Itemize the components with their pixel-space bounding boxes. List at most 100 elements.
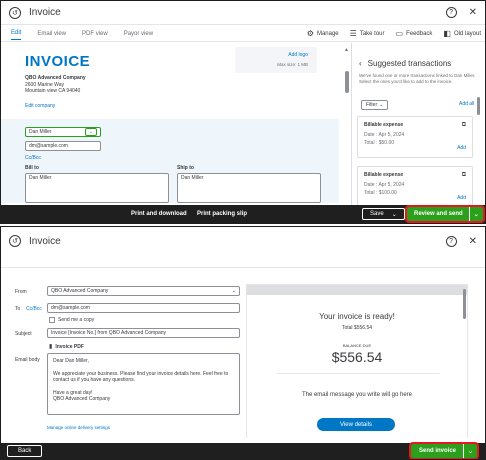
window-header: ↺ Invoice ? ✕ [1, 1, 485, 25]
print-packing-slip-button[interactable]: Print packing slip [197, 211, 247, 217]
add-logo-link[interactable]: Add logo [235, 52, 308, 58]
history-icon[interactable]: ↺ [9, 6, 21, 19]
form-scrollbar[interactable] [345, 71, 349, 93]
close-icon[interactable]: ✕ [469, 7, 477, 18]
chevron-down-icon[interactable]: ⌄ [468, 207, 483, 221]
suggested-description: We've found one or more transactions lin… [359, 73, 476, 84]
preview-message: The email message you write will go here [301, 392, 413, 398]
ship-to-label: Ship to [177, 165, 194, 171]
card-date: Date : Apr 5, 2024 [364, 132, 405, 138]
customer-section: Dan Miller ⌄ dm@sample.com Cc/Bcc Bill t… [1, 119, 339, 203]
suggested-title: Suggested transactions [367, 59, 452, 68]
edit-footer: Print and download Print packing slip Sa… [1, 205, 485, 223]
invoice-pdf-attachment[interactable]: ▮ Invoice PDF [49, 343, 84, 351]
email-body-field[interactable]: Dear Dan Miller, We appreciate your busi… [47, 353, 240, 415]
close-icon[interactable]: ✕ [469, 236, 477, 247]
chevron-down-icon: ⌄ [379, 102, 384, 108]
card-add-link[interactable]: Add [457, 145, 466, 151]
manage-delivery-link[interactable]: Manage online delivery settings [47, 425, 110, 430]
open-icon[interactable]: ⧉ [462, 122, 466, 129]
view-details-button[interactable]: View details [317, 418, 395, 431]
preview-card: Your invoice is ready! Total $556.54 BAL… [247, 295, 467, 439]
add-all-link[interactable]: Add all [459, 101, 474, 107]
tab-pdf-view[interactable]: PDF view [82, 28, 108, 40]
save-button[interactable]: Save ⌄ [362, 208, 405, 220]
help-icon[interactable]: ? [445, 7, 457, 18]
divider [351, 43, 352, 205]
take-tour-button[interactable]: ☰ Take tour [350, 29, 385, 38]
chevron-down-icon: ⌄ [231, 288, 236, 294]
open-icon[interactable]: ⧉ [462, 172, 466, 179]
tab-email-view[interactable]: Email view [37, 28, 66, 40]
company-name: QBO Advanced Company [25, 75, 86, 81]
company-address-line2: Mountain view CA 94040 [25, 88, 81, 94]
preview-balance-value: $556.54 [331, 349, 383, 365]
chevron-down-icon: ⌄ [391, 211, 397, 218]
window-title: Invoice [29, 235, 61, 247]
window-title: Invoice [29, 7, 61, 18]
back-button[interactable]: Back [7, 445, 43, 457]
layout-icon: ◧ [443, 29, 451, 38]
divider [277, 373, 439, 374]
print-download-button[interactable]: Print and download [131, 211, 187, 217]
divider [1, 267, 485, 268]
send-copy-checkbox[interactable] [49, 317, 55, 323]
tab-payor-view[interactable]: Payor view [124, 28, 153, 40]
card-date: Date : Apr 5, 2024 [364, 182, 405, 188]
tour-icon: ☰ [349, 29, 357, 38]
history-icon[interactable]: ↺ [9, 235, 21, 247]
to-email-field[interactable]: dm@sample.com [47, 303, 240, 313]
suggested-card: Billable expense Date : Apr 5, 2024 Tota… [357, 166, 473, 206]
preview-total: Total $556.54 [341, 325, 373, 331]
chevron-left-icon[interactable]: ‹ [359, 59, 362, 68]
review-and-send-button[interactable]: Review and send ⌄ [405, 205, 485, 223]
card-title: Billable expense [364, 122, 404, 128]
ship-to-field[interactable]: Dan Miller [177, 173, 321, 203]
body-company: QBO Advanced Company [53, 396, 111, 402]
feedback-icon: ▭ [395, 29, 404, 38]
invoice-form: INVOICE QBO Advanced Company 2600 Marine… [1, 47, 339, 203]
subject-field[interactable]: Invoice [Invoice No.] from QBO Advanced … [47, 328, 240, 338]
from-label: From [15, 289, 27, 295]
filter-button[interactable]: Filter ⌄ [361, 100, 389, 110]
edit-company-link[interactable]: Edit company [25, 103, 55, 109]
invoice-edit-panel: ↺ Invoice ? ✕ Edit Email view PDF view P… [0, 0, 486, 224]
logo-dropzone[interactable]: Add logo Max size: 1 MB [235, 47, 317, 73]
cc-bcc-link[interactable]: Cc/Bcc [25, 155, 41, 161]
help-icon[interactable]: ? [445, 236, 457, 247]
send-footer: Back Send invoice ⌄ [1, 442, 485, 459]
email-body-label: Email body [15, 357, 40, 363]
subject-label: Subject [15, 331, 32, 337]
preview-header-band [247, 285, 467, 295]
customer-email-field[interactable]: dm@sample.com [25, 141, 101, 151]
invoice-send-panel: ↺ Invoice ? ✕ From QBO Advanced Company ⌄… [0, 226, 486, 460]
manage-button[interactable]: ⚙ Manage [307, 29, 339, 38]
preview-balance-label: BALANCE DUE [342, 343, 372, 348]
email-preview: Your invoice is ready! Total $556.54 BAL… [246, 284, 468, 439]
bill-to-field[interactable]: Dan Miller [25, 173, 169, 203]
send-invoice-button[interactable]: Send invoice ⌄ [408, 442, 480, 459]
sidebar-scrollbar[interactable] [477, 97, 480, 115]
to-label: To [15, 306, 21, 312]
chevron-down-icon[interactable]: ⌄ [463, 444, 477, 458]
tab-edit[interactable]: Edit [11, 27, 22, 40]
customer-select[interactable]: Dan Miller ⌄ [25, 127, 101, 137]
send-copy-label: Send me a copy [58, 317, 95, 323]
feedback-button[interactable]: ▭ Feedback [396, 29, 433, 38]
suggested-header: ‹ Suggested transactions [359, 59, 451, 68]
logo-max-size: Max size: 1 MB [277, 62, 308, 67]
scroll-up-icon[interactable]: ▲ [344, 47, 349, 53]
bill-to-label: Bill to [25, 165, 39, 171]
view-tabs: Edit Email view PDF view Payor view ⚙ Man… [1, 26, 485, 42]
chevron-down-icon[interactable]: ⌄ [84, 128, 97, 136]
preview-scrollbar[interactable] [463, 289, 466, 319]
body-paragraph: We appreciate your business. Please find… [53, 370, 229, 384]
from-select[interactable]: QBO Advanced Company ⌄ [47, 286, 240, 296]
preview-ready-title: Your invoice is ready! [319, 312, 395, 321]
send-copy-row: Send me a copy [49, 317, 94, 323]
old-layout-button[interactable]: ◧ Old layout [443, 29, 481, 38]
window-header: ↺ Invoice ? ✕ [1, 227, 485, 255]
card-total: Total : $100.00 [364, 190, 397, 196]
cc-bcc-link[interactable]: Cc/Bcc [26, 306, 42, 312]
card-add-link[interactable]: Add [457, 195, 466, 201]
